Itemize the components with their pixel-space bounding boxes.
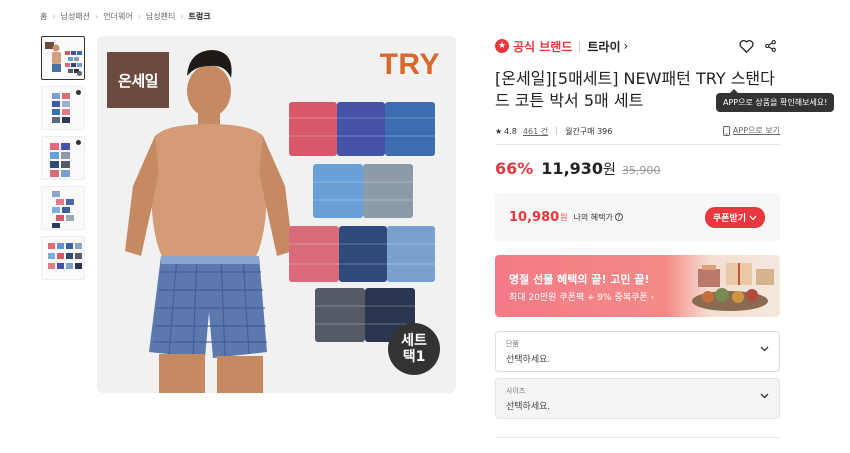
option-placeholder: 선택하세요. — [506, 355, 551, 365]
rating-divider — [556, 127, 558, 135]
app-view-label: APP으로 보기 — [732, 126, 780, 135]
mobile-phone-icon — [722, 125, 730, 136]
star-icon: ★ — [495, 126, 503, 136]
original-price: 35,900 — [621, 164, 661, 177]
official-star-icon: ★ — [495, 39, 509, 53]
promo-banner[interactable]: 명절 선물 혜택의 끝! 고민 끝! 최대 20만원 쿠폰팩 + 9% 중복쿠폰… — [495, 255, 780, 317]
gift-basket-illustration — [692, 263, 774, 311]
breadcrumb-item-current[interactable]: 트렁크 — [189, 11, 211, 22]
thumbnail-3[interactable] — [41, 136, 85, 180]
sale-price-currency: 원 — [603, 162, 616, 178]
thumbnail-image — [48, 243, 82, 269]
onsale-badge: 온세일 — [107, 52, 169, 108]
set-badge-line1: 세트 — [401, 332, 427, 349]
breadcrumb-separator-icon: › — [137, 12, 141, 21]
coupon-download-button[interactable]: 쿠폰받기 — [704, 207, 765, 228]
product-info-panel: ★ 공식 브랜드 트라이 › [온세일][5매세트] NEW패턴 TRY 스탠다… — [495, 36, 835, 419]
thumbnail-5[interactable] — [41, 236, 85, 280]
review-count-link[interactable]: 461 건 — [523, 126, 548, 137]
divider — [495, 437, 780, 438]
breadcrumb-item-mens-fashion[interactable]: 남성패션 — [61, 11, 90, 22]
breadcrumb-item-mens-panties[interactable]: 남성팬티 — [146, 11, 175, 22]
option-select-size[interactable]: 사이즈 선택하세요. — [495, 378, 780, 419]
option-label: 사이즈 — [506, 387, 526, 395]
try-logo: TRY — [379, 48, 440, 81]
dot-icon — [76, 90, 81, 95]
promo-subtitle: 최대 20만원 쿠폰팩 + 9% 중복쿠폰 › — [509, 293, 655, 303]
option-placeholder: 선택하세요. — [506, 402, 551, 412]
thumbnail-1[interactable] — [41, 36, 85, 80]
heart-icon[interactable] — [739, 38, 754, 57]
share-icon[interactable] — [764, 38, 777, 57]
brand-divider — [579, 40, 581, 52]
chevron-down-icon — [760, 393, 769, 399]
coupon-button-label: 쿠폰받기 — [712, 214, 746, 224]
chevron-down-icon — [749, 215, 757, 220]
set-select-badge: 세트 택1 — [388, 323, 440, 375]
thumbnail-image — [52, 191, 74, 228]
thumbnail-4[interactable] — [41, 186, 85, 230]
chevron-down-icon — [760, 346, 769, 352]
sale-price: 11,930 — [541, 159, 604, 178]
dot-icon — [77, 71, 82, 76]
thumbnail-list — [41, 36, 85, 286]
app-view-link[interactable]: APP으로 보기 — [722, 125, 780, 136]
breadcrumb: 홈 › 남성패션 › 언더웨어 › 남성팬티 › 트렁크 — [40, 11, 211, 22]
option-select-single[interactable]: 단품 선택하세요. — [495, 331, 780, 372]
monthly-sales: 월간구매 396 — [565, 126, 613, 136]
product-actions — [739, 38, 777, 57]
option-label: 단품 — [506, 340, 519, 348]
breadcrumb-item-underwear[interactable]: 언더웨어 — [103, 11, 132, 22]
divider — [495, 144, 780, 145]
promo-title: 명절 선물 혜택의 끝! 고민 끝! — [509, 273, 650, 286]
brand-name-link[interactable]: 트라이 — [587, 38, 620, 55]
breadcrumb-separator-icon: › — [95, 12, 99, 21]
price-row: 66% 11,930 원 35,900 — [495, 159, 780, 179]
discount-rate: 66% — [495, 159, 534, 178]
benefit-label[interactable]: 나의 혜택가 ? — [574, 212, 623, 223]
official-brand-label[interactable]: 공식 브랜드 — [513, 38, 572, 55]
benefit-price: 10,980 — [509, 209, 560, 225]
product-main-image[interactable]: 온세일 TRY 세트 택1 — [97, 36, 456, 393]
rating-row: ★ 4.8 461 건 월간구매 396 APP으로 보기 — [495, 124, 780, 138]
rating-score: 4.8 — [504, 126, 517, 136]
chevron-right-icon: › — [623, 39, 629, 53]
breadcrumb-separator-icon: › — [52, 12, 56, 21]
breadcrumb-item-home[interactable]: 홈 — [40, 11, 47, 22]
benefit-price-currency: 원 — [560, 212, 568, 222]
app-tooltip: APP으로 상품을 확인해보세요! — [716, 89, 835, 112]
brand-row: ★ 공식 브랜드 트라이 › — [495, 36, 780, 56]
dot-icon — [76, 140, 81, 145]
benefit-price-box: 10,980 원 나의 혜택가 ? 쿠폰받기 — [495, 193, 780, 241]
set-badge-line2: 택1 — [402, 349, 426, 365]
thumbnail-2[interactable] — [41, 86, 85, 130]
benefit-label-text: 나의 혜택가 — [573, 212, 613, 222]
info-icon: ? — [614, 213, 623, 221]
breadcrumb-separator-icon: › — [180, 12, 184, 21]
